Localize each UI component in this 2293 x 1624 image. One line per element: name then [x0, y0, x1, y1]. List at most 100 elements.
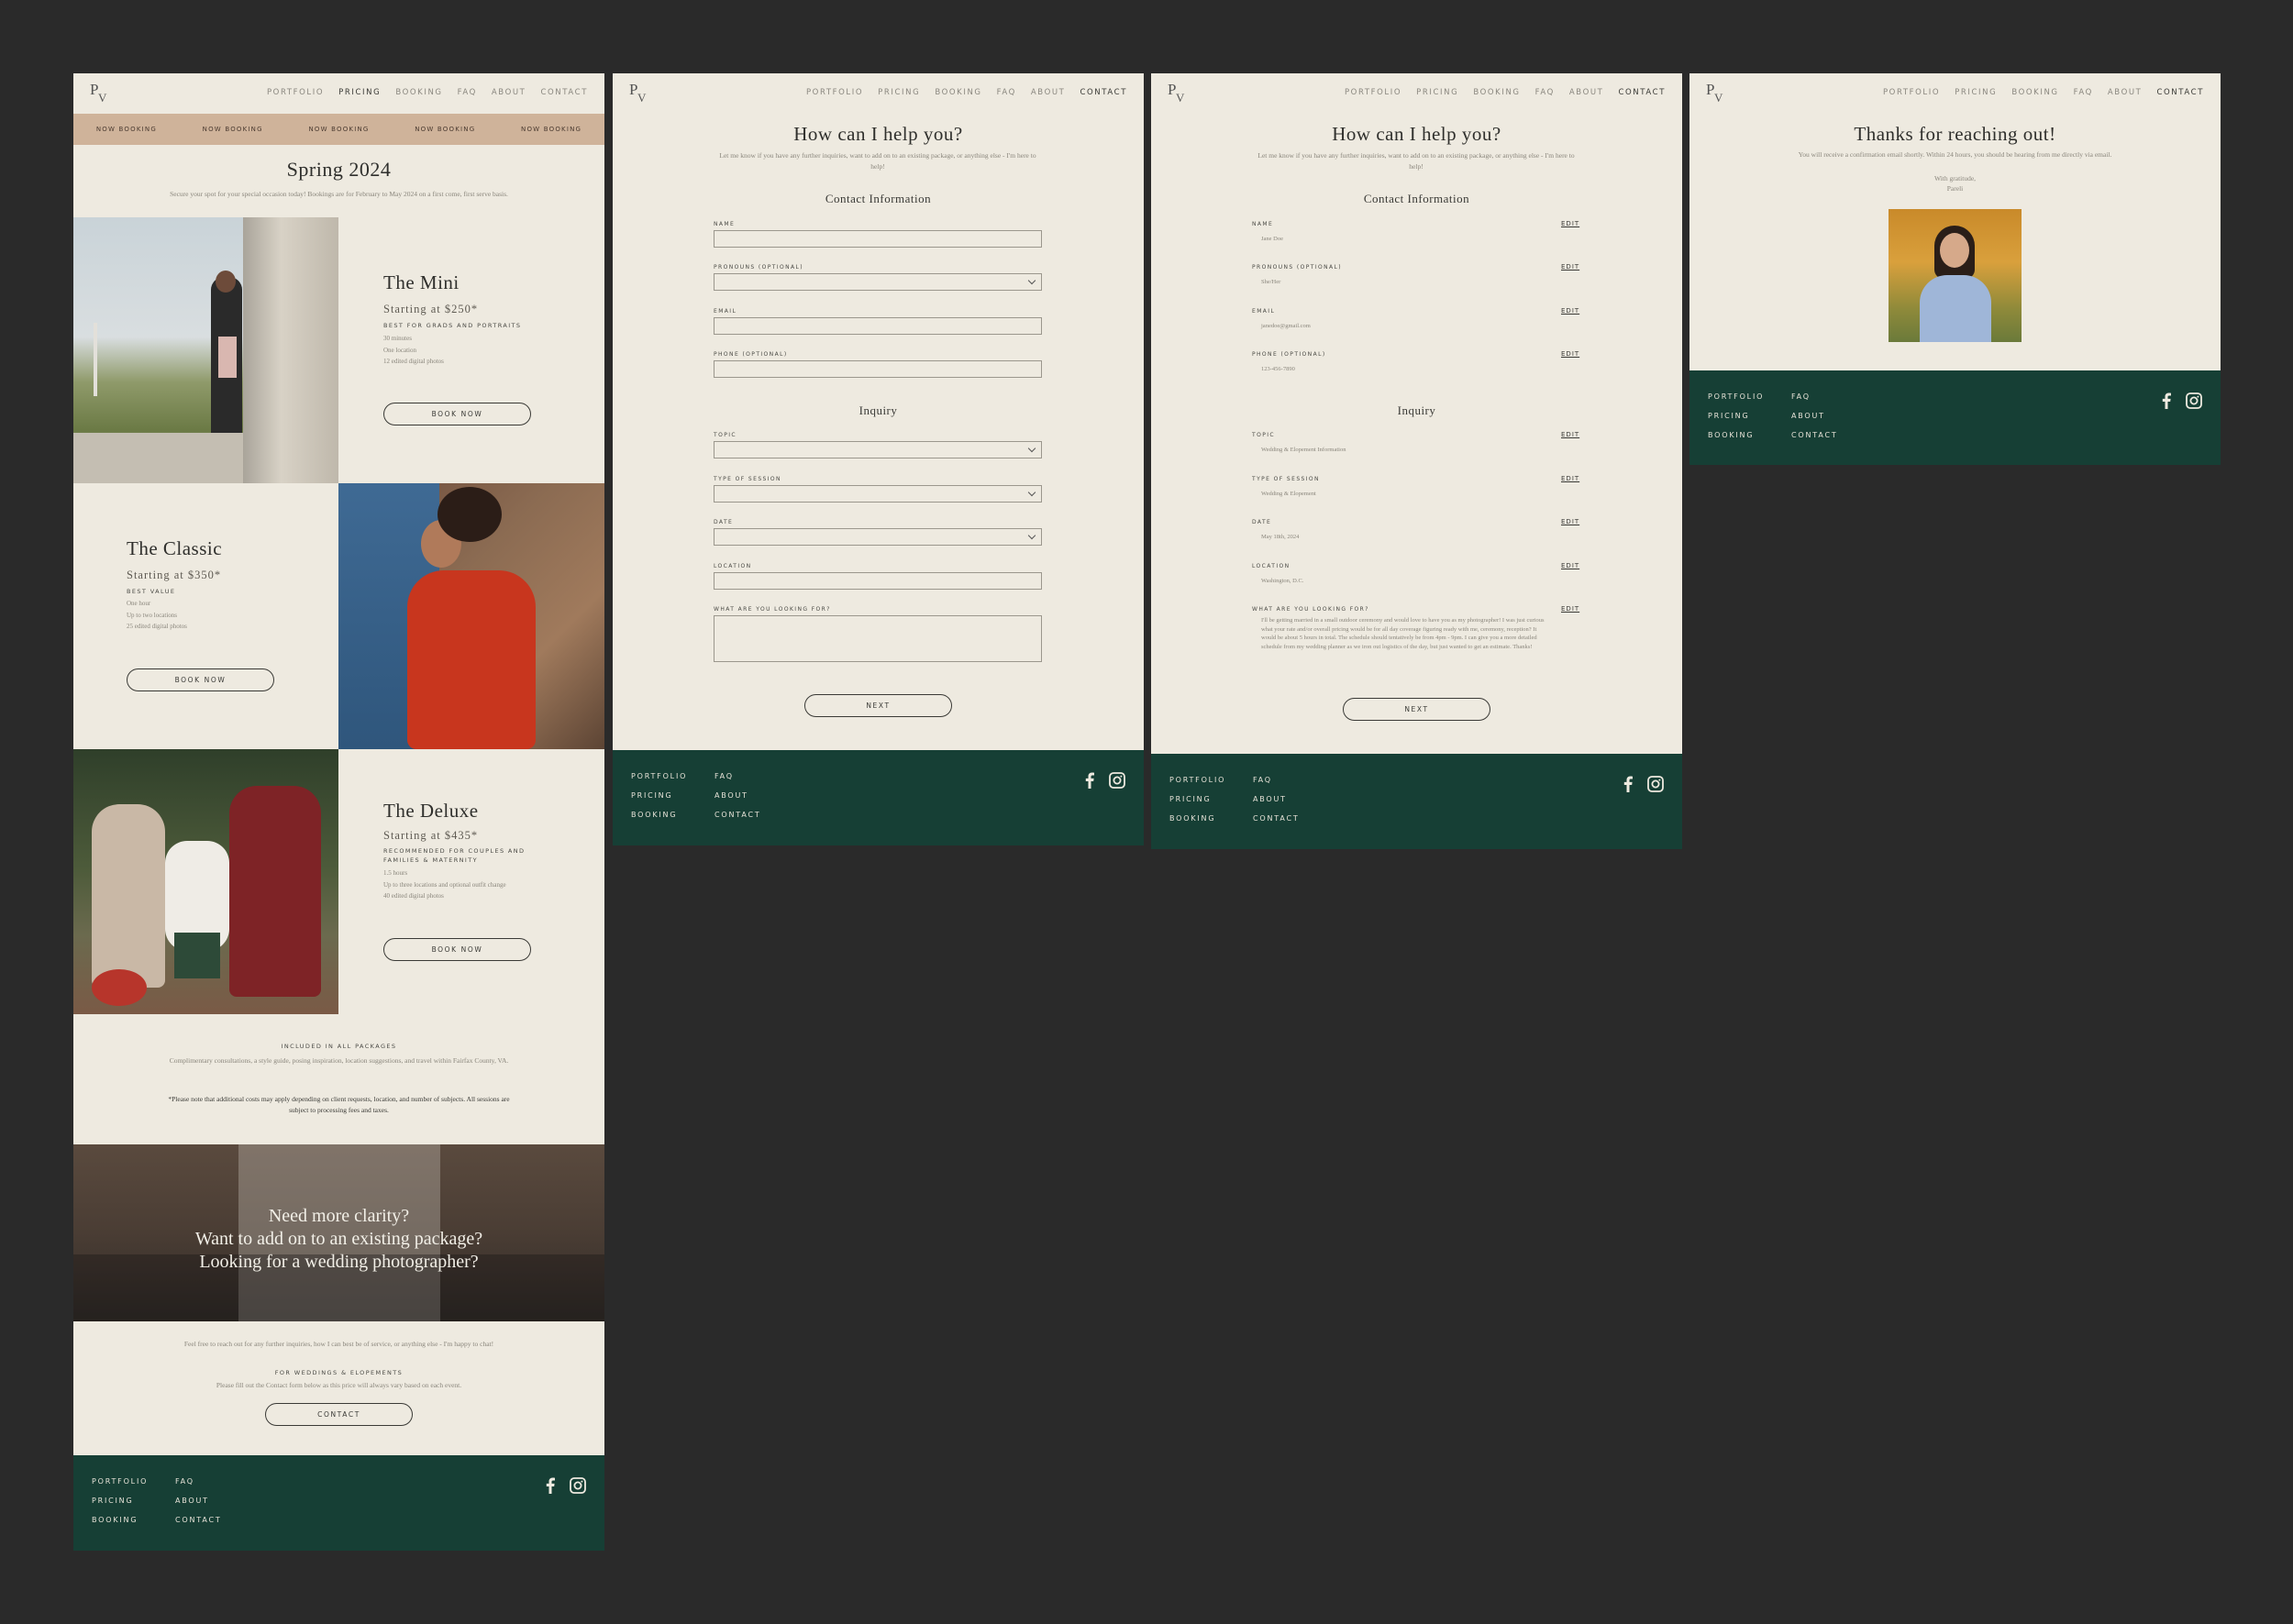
nav-booking[interactable]: BOOKING	[935, 88, 981, 97]
nav-portfolio[interactable]: PORTFOLIO	[267, 88, 324, 97]
footer-pricing-link[interactable]: PRICING	[1169, 795, 1225, 803]
instagram-icon[interactable]	[1647, 776, 1664, 792]
instagram-icon[interactable]	[570, 1477, 586, 1494]
footer-faq-link[interactable]: FAQ	[175, 1477, 222, 1486]
phone-field[interactable]	[714, 360, 1042, 378]
nav-contact[interactable]: CONTACT	[540, 88, 588, 97]
logo[interactable]: PV	[90, 81, 110, 106]
included-text: Complimentary consultations, a style gui…	[169, 1056, 509, 1065]
footer-pricing-link[interactable]: PRICING	[92, 1497, 148, 1505]
footer-portfolio-link[interactable]: PORTFOLIO	[1708, 392, 1764, 401]
footer-pricing-link[interactable]: PRICING	[631, 791, 687, 800]
nav-faq[interactable]: FAQ	[1535, 88, 1555, 97]
footer-faq-link[interactable]: FAQ	[1791, 392, 1838, 401]
footer-portfolio-link[interactable]: PORTFOLIO	[631, 772, 687, 780]
instagram-icon[interactable]	[2186, 392, 2202, 409]
topic-select[interactable]	[714, 441, 1042, 458]
nav-contact[interactable]: CONTACT	[1080, 88, 1127, 97]
nav-booking[interactable]: BOOKING	[2011, 88, 2058, 97]
now-booking-ticker: NOW BOOKING NOW BOOKING NOW BOOKING NOW …	[73, 114, 604, 145]
footer-booking-link[interactable]: BOOKING	[1169, 814, 1225, 823]
edit-location-link[interactable]: EDIT	[1561, 562, 1579, 569]
email-field[interactable]	[714, 317, 1042, 335]
nav-contact[interactable]: CONTACT	[2156, 88, 2204, 97]
footer-contact-link[interactable]: CONTACT	[1791, 431, 1838, 439]
top-nav: PV PORTFOLIO PRICING BOOKING FAQ ABOUT C…	[613, 73, 1144, 114]
footer-about-link[interactable]: ABOUT	[1791, 412, 1838, 420]
footer-pricing-link[interactable]: PRICING	[1708, 412, 1764, 420]
edit-looking-for-link[interactable]: EDIT	[1561, 605, 1579, 613]
footer-about-link[interactable]: ABOUT	[175, 1497, 222, 1505]
book-now-classic-button[interactable]: BOOK NOW	[127, 668, 274, 691]
pronouns-value: She/Her	[1261, 279, 1281, 285]
nav-portfolio[interactable]: PORTFOLIO	[1883, 88, 1940, 97]
nav-about[interactable]: ABOUT	[1569, 88, 1604, 97]
facebook-icon[interactable]	[1623, 776, 1633, 792]
edit-name-link[interactable]: EDIT	[1561, 220, 1579, 227]
nav-faq[interactable]: FAQ	[2074, 88, 2093, 97]
ticker-item: NOW BOOKING	[521, 126, 582, 133]
mini-session-photo	[73, 217, 338, 483]
footer-contact-link[interactable]: CONTACT	[714, 811, 761, 819]
edit-session-type-link[interactable]: EDIT	[1561, 475, 1579, 482]
footer-booking-link[interactable]: BOOKING	[1708, 431, 1764, 439]
footer-booking-link[interactable]: BOOKING	[92, 1516, 148, 1524]
edit-topic-link[interactable]: EDIT	[1561, 431, 1579, 438]
footer-portfolio-link[interactable]: PORTFOLIO	[92, 1477, 148, 1486]
nav-pricing[interactable]: PRICING	[878, 88, 920, 97]
date-select[interactable]	[714, 528, 1042, 546]
logo[interactable]: PV	[629, 81, 649, 106]
nav-portfolio[interactable]: PORTFOLIO	[1345, 88, 1401, 97]
footer-contact-link[interactable]: CONTACT	[1253, 814, 1300, 823]
pronouns-select[interactable]	[714, 273, 1042, 291]
package-list-deluxe: 1.5 hours Up to three locations and opti…	[383, 867, 548, 902]
next-button[interactable]: NEXT	[1343, 698, 1490, 721]
footer-faq-link[interactable]: FAQ	[1253, 776, 1300, 784]
contact-button[interactable]: CONTACT	[265, 1403, 413, 1426]
footer-about-link[interactable]: ABOUT	[1253, 795, 1300, 803]
next-button[interactable]: NEXT	[804, 694, 952, 717]
looking-for-textarea[interactable]	[714, 615, 1042, 662]
name-field[interactable]	[714, 230, 1042, 248]
book-now-mini-button[interactable]: BOOK NOW	[383, 403, 531, 425]
nav-booking[interactable]: BOOKING	[1473, 88, 1520, 97]
nav-about[interactable]: ABOUT	[1031, 88, 1066, 97]
facebook-icon[interactable]	[1085, 772, 1094, 789]
package-price-mini: Starting at $250*	[383, 303, 479, 315]
nav-faq[interactable]: FAQ	[997, 88, 1016, 97]
footer-faq-link[interactable]: FAQ	[714, 772, 761, 780]
date-label: DATE	[714, 519, 734, 525]
footer-about-link[interactable]: ABOUT	[714, 791, 761, 800]
session-type-select[interactable]	[714, 485, 1042, 503]
nav-faq[interactable]: FAQ	[458, 88, 477, 97]
edit-date-link[interactable]: EDIT	[1561, 518, 1579, 525]
topic-label: TOPIC	[714, 432, 737, 438]
nav-about[interactable]: ABOUT	[492, 88, 526, 97]
contact-info-heading: Contact Information	[825, 192, 932, 205]
nav-contact[interactable]: CONTACT	[1618, 88, 1666, 97]
edit-email-link[interactable]: EDIT	[1561, 307, 1579, 315]
top-nav: PV PORTFOLIO PRICING BOOKING FAQ ABOUT C…	[1689, 73, 2221, 114]
instagram-icon[interactable]	[1109, 772, 1125, 789]
facebook-icon[interactable]	[546, 1477, 555, 1494]
nav-portfolio[interactable]: PORTFOLIO	[806, 88, 863, 97]
book-now-deluxe-button[interactable]: BOOK NOW	[383, 938, 531, 961]
logo[interactable]: PV	[1168, 81, 1188, 106]
inquiry-heading: Inquiry	[1397, 403, 1436, 417]
footer-contact-link[interactable]: CONTACT	[175, 1516, 222, 1524]
edit-pronouns-link[interactable]: EDIT	[1561, 263, 1579, 271]
logo[interactable]: PV	[1706, 81, 1726, 106]
footer-portfolio-link[interactable]: PORTFOLIO	[1169, 776, 1225, 784]
edit-phone-link[interactable]: EDIT	[1561, 350, 1579, 358]
nav-pricing[interactable]: PRICING	[1955, 88, 1997, 97]
banner-line: Need more clarity?	[268, 1206, 410, 1226]
footer-booking-link[interactable]: BOOKING	[631, 811, 687, 819]
package-title-deluxe: The Deluxe	[383, 800, 479, 822]
location-field[interactable]	[714, 572, 1042, 590]
nav-booking[interactable]: BOOKING	[395, 88, 442, 97]
facebook-icon[interactable]	[2162, 392, 2171, 409]
nav-pricing[interactable]: PRICING	[338, 88, 381, 97]
page-title: How can I help you?	[1332, 123, 1501, 145]
nav-about[interactable]: ABOUT	[2108, 88, 2143, 97]
nav-pricing[interactable]: PRICING	[1416, 88, 1458, 97]
